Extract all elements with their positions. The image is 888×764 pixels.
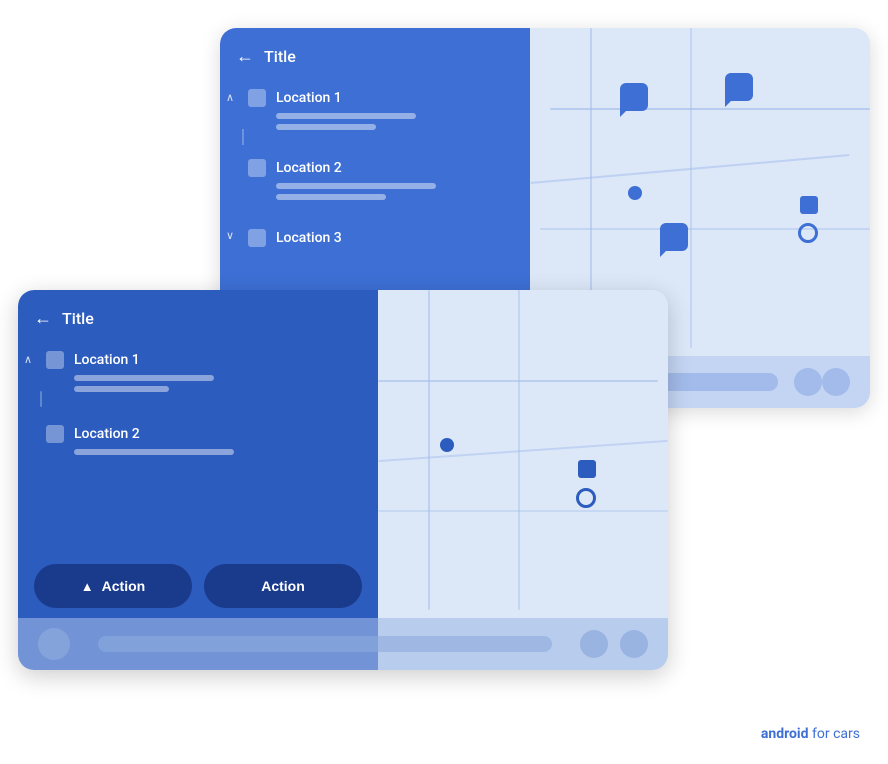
subline-1b xyxy=(276,124,376,130)
location-icon-1 xyxy=(248,89,266,107)
front-road-v1 xyxy=(428,290,430,610)
front-road-h3 xyxy=(378,510,668,512)
location-name-1: Location 1 xyxy=(276,90,342,106)
action-icon-1: ▲ xyxy=(81,579,94,594)
subline-2a xyxy=(276,183,436,189)
action-bar: ▲ Action Action xyxy=(18,554,378,618)
front-map-ring xyxy=(576,488,596,508)
front-map-square xyxy=(578,460,596,478)
chat-shape-1 xyxy=(620,83,648,111)
back-location-3[interactable]: ∨ Location 3 xyxy=(220,219,530,263)
subline-2b xyxy=(276,194,386,200)
location-sublines-2 xyxy=(276,183,514,200)
watermark-bold: android xyxy=(761,726,809,742)
back-panel-header: ← Title xyxy=(220,28,530,79)
bottom-circle-3 xyxy=(822,368,850,396)
front-sublines-2 xyxy=(74,449,362,455)
location-sublines-1 xyxy=(276,113,514,130)
action-label-1: Action xyxy=(102,578,146,594)
chevron-icon-1: ∧ xyxy=(226,91,234,104)
front-back-arrow-icon[interactable]: ← xyxy=(34,308,52,329)
front-panel: ← Title ∧ Location 1 Location 2 xyxy=(18,290,378,670)
front-map xyxy=(378,290,668,670)
back-panel-title: Title xyxy=(264,47,296,66)
front-divider-1 xyxy=(40,391,42,407)
front-location-name-2: Location 2 xyxy=(74,426,140,442)
front-location-icon-2 xyxy=(46,425,64,443)
front-subline-2a xyxy=(74,449,234,455)
chat-shape-3 xyxy=(660,223,688,251)
front-location-icon-1 xyxy=(46,351,64,369)
action-label-2: Action xyxy=(261,578,305,594)
watermark-normal: for cars xyxy=(809,726,860,742)
divider-1 xyxy=(242,129,244,145)
front-road-h2 xyxy=(378,440,667,462)
front-bottom-circle-1 xyxy=(38,628,70,660)
map-square-1 xyxy=(800,196,818,214)
action-button-1[interactable]: ▲ Action xyxy=(34,564,192,608)
front-panel-header: ← Title xyxy=(18,290,378,341)
front-chevron-1: ∧ xyxy=(24,353,32,366)
action-button-2[interactable]: Action xyxy=(204,564,362,608)
map-dot-1 xyxy=(628,186,642,200)
location-row-2: Location 2 xyxy=(248,159,514,177)
front-bottom-pill xyxy=(98,636,552,652)
location-icon-3 xyxy=(248,229,266,247)
bottom-circle-2 xyxy=(794,368,822,396)
subline-1a xyxy=(276,113,416,119)
back-location-1[interactable]: ∧ Location 1 xyxy=(220,79,530,145)
front-sublines-1 xyxy=(74,375,362,392)
road-v2 xyxy=(690,28,692,348)
front-bottom-circle-3 xyxy=(620,630,648,658)
location-name-3: Location 3 xyxy=(276,230,342,246)
road-h1 xyxy=(550,108,870,110)
watermark: android for cars xyxy=(761,726,860,742)
location-icon-2 xyxy=(248,159,266,177)
front-location-row-2: Location 2 xyxy=(46,425,362,443)
location-name-2: Location 2 xyxy=(276,160,342,176)
chevron-icon-3: ∨ xyxy=(226,229,234,242)
back-location-2[interactable]: Location 2 xyxy=(220,149,530,215)
location-row-3: Location 3 xyxy=(248,229,514,247)
front-map-dot xyxy=(440,438,454,452)
front-road-v2 xyxy=(518,290,520,610)
front-bottom-bar xyxy=(18,618,668,670)
front-subline-1a xyxy=(74,375,214,381)
chat-shape-2 xyxy=(725,73,753,101)
location-row-1: Location 1 xyxy=(248,89,514,107)
back-arrow-icon[interactable]: ← xyxy=(236,46,254,67)
front-bottom-circle-2 xyxy=(580,630,608,658)
front-location-2[interactable]: Location 2 xyxy=(18,415,378,470)
front-card: ← Title ∧ Location 1 Location 2 xyxy=(18,290,668,670)
front-location-row-1: Location 1 xyxy=(46,351,362,369)
front-location-name-1: Location 1 xyxy=(74,352,140,368)
map-ring-1 xyxy=(798,223,818,243)
front-location-1[interactable]: ∧ Location 1 xyxy=(18,341,378,407)
front-panel-title: Title xyxy=(62,309,94,328)
front-subline-1b xyxy=(74,386,169,392)
